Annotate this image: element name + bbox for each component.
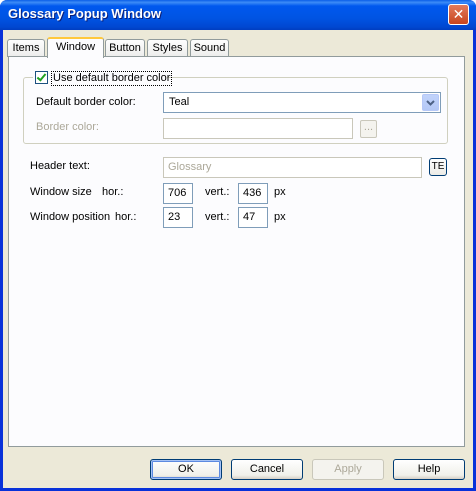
size-hor-label: hor.:: [102, 186, 124, 198]
close-icon: ✕: [452, 6, 465, 22]
title-bar[interactable]: Glossary Popup Window ✕: [0, 0, 476, 30]
use-default-border-label[interactable]: Use default border color: [51, 71, 173, 86]
border-color-label: Border color:: [36, 121, 99, 133]
checkmark-icon: [36, 71, 47, 82]
tab-styles[interactable]: Styles: [147, 39, 188, 57]
apply-button[interactable]: Apply: [312, 459, 384, 480]
default-border-color-label: Default border color:: [36, 96, 136, 108]
position-vert-label: vert.:: [205, 211, 230, 223]
header-text-field[interactable]: Glossary: [163, 157, 422, 178]
ok-button[interactable]: OK: [150, 459, 222, 480]
size-vert-label: vert.:: [205, 186, 230, 198]
tab-sound[interactable]: Sound: [190, 39, 229, 57]
use-default-border-checkbox[interactable]: [35, 71, 48, 84]
window-title: Glossary Popup Window: [8, 6, 162, 21]
window-height-input[interactable]: 436: [238, 183, 268, 204]
text-editor-button[interactable]: TE: [429, 158, 447, 176]
browse-border-color-button[interactable]: ...: [360, 120, 377, 138]
window-x-input[interactable]: 23: [163, 207, 193, 228]
window-size-label: Window size: [30, 186, 92, 198]
default-border-color-select[interactable]: Teal: [163, 92, 441, 113]
chevron-down-icon: [426, 100, 435, 106]
window-width-input[interactable]: 706: [163, 183, 193, 204]
tab-items[interactable]: Items: [7, 39, 45, 57]
cancel-button[interactable]: Cancel: [231, 459, 303, 480]
position-hor-label: hor.:: [115, 211, 137, 223]
border-color-field[interactable]: [163, 118, 353, 139]
tab-button[interactable]: Button: [105, 39, 145, 57]
help-button[interactable]: Help: [393, 459, 465, 480]
size-unit-label: px: [274, 186, 286, 198]
default-border-color-value: Teal: [169, 96, 190, 108]
close-button[interactable]: ✕: [448, 4, 469, 25]
tab-window[interactable]: Window: [47, 37, 104, 58]
window-y-input[interactable]: 47: [238, 207, 268, 228]
window-position-label: Window position: [30, 211, 111, 223]
header-text-label: Header text:: [30, 160, 90, 172]
position-unit-label: px: [274, 211, 286, 223]
dropdown-arrow-button[interactable]: [422, 94, 439, 111]
